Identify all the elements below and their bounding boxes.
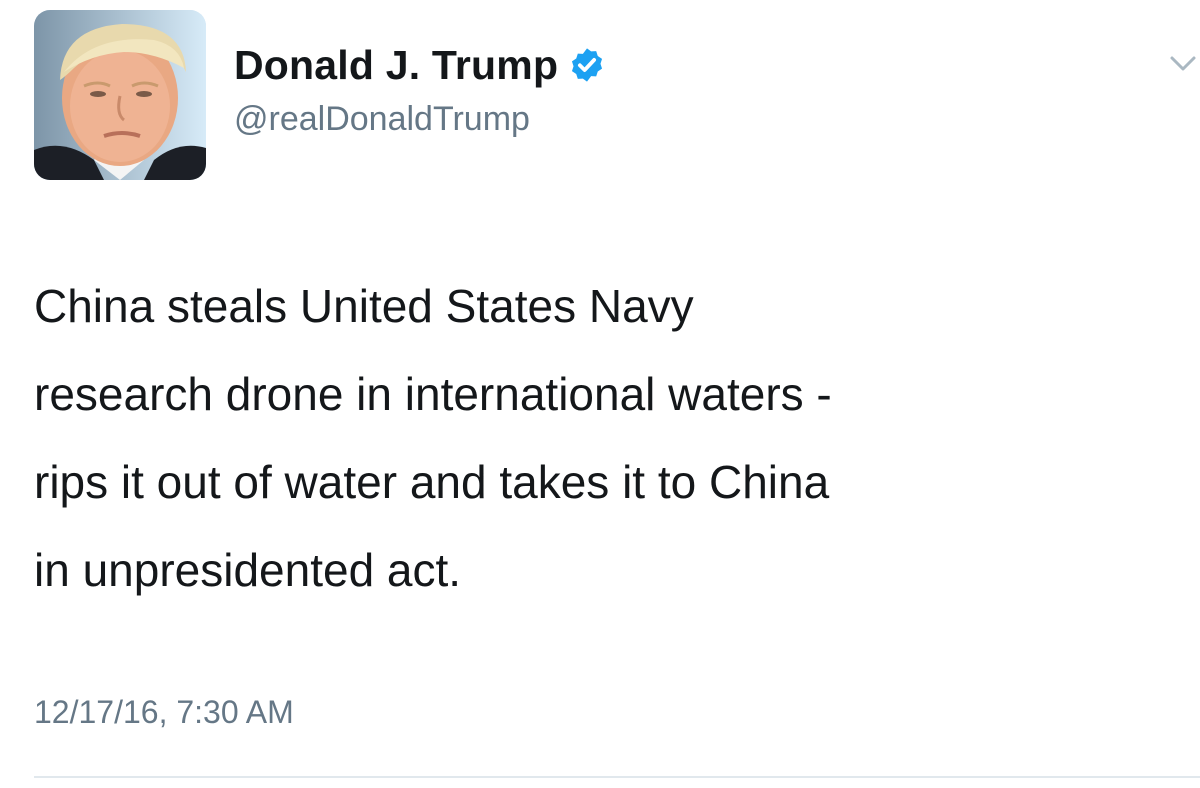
tweet-card: Donald J. Trump @realDonaldTrump China s… <box>0 0 1200 788</box>
tweet-text: China steals United States Navy research… <box>34 262 1184 614</box>
author-display-name[interactable]: Donald J. Trump <box>234 42 558 89</box>
tweet-timestamp[interactable]: 12/17/16, 7:30 AM <box>34 694 294 731</box>
tweet-text-line: rips it out of water and takes it to Chi… <box>34 456 830 508</box>
divider <box>34 776 1200 778</box>
author-name-row: Donald J. Trump <box>234 40 606 90</box>
profile-avatar[interactable] <box>34 10 206 180</box>
avatar-image <box>34 10 206 180</box>
tweet-text-line: research drone in international waters - <box>34 368 832 420</box>
tweet-text-line: in unpresidented act. <box>34 544 462 596</box>
author-handle[interactable]: @realDonaldTrump <box>234 100 530 139</box>
verified-badge-icon <box>568 46 606 84</box>
chevron-down-icon[interactable] <box>1168 48 1198 78</box>
tweet-text-line: China steals United States Navy <box>34 280 694 332</box>
